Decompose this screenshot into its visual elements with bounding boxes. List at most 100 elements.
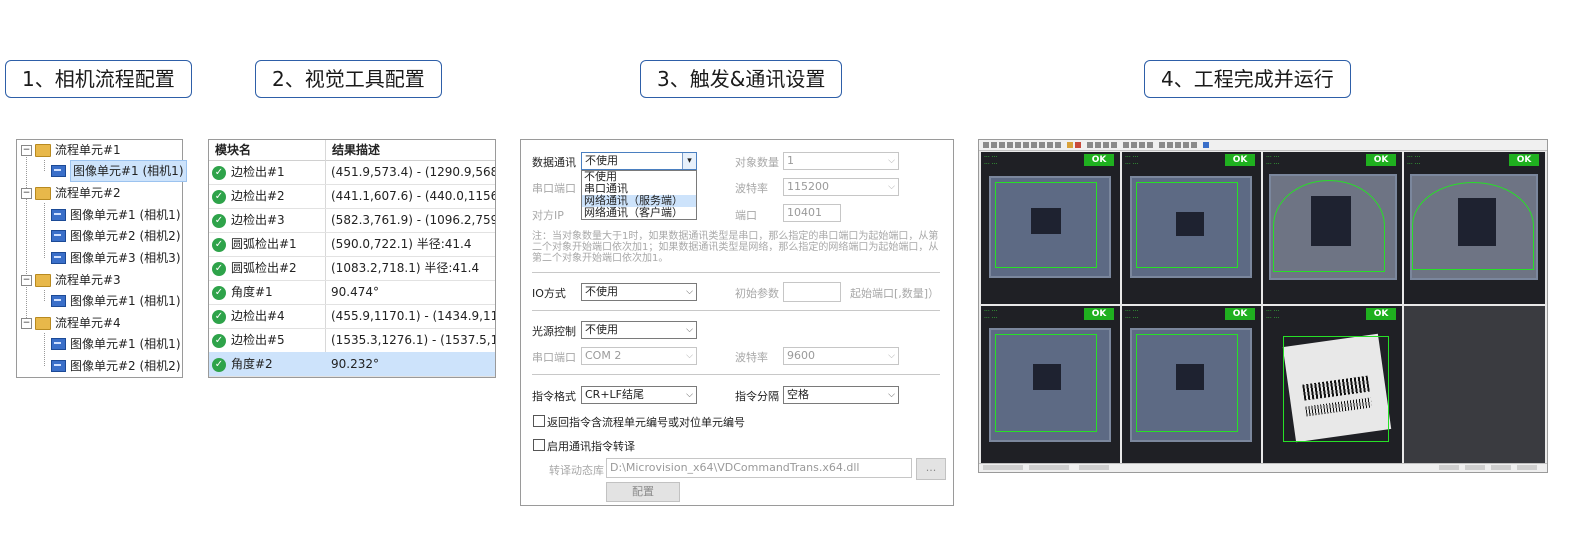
tree-node-image-unit[interactable]: 图像单元#2 (相机2) xyxy=(51,356,181,376)
check-circle-icon: ✓ xyxy=(212,309,226,324)
enable-translate-checkbox[interactable] xyxy=(533,439,545,451)
image-unit-icon xyxy=(51,252,66,264)
tree-node-image-unit[interactable]: 图像单元#1 (相机1) xyxy=(51,160,187,182)
lib-path-input[interactable]: D:\Microvision_x64\VDCommandTrans.x64.dl… xyxy=(606,458,912,478)
chevron-down-icon[interactable]: ▾ xyxy=(682,153,696,169)
chevron-down-icon: ⌵ xyxy=(888,351,895,361)
camera-view[interactable]: ··· ··· ··· ··· OK xyxy=(1263,152,1402,304)
light-serial-select[interactable]: COM 2 ⌵ xyxy=(581,347,697,365)
light-baud-select[interactable]: 9600 ⌵ xyxy=(783,347,899,365)
folder-icon xyxy=(35,273,51,287)
camera-view[interactable]: ··· ··· ··· ··· OK xyxy=(981,152,1120,304)
tree-node-process-3[interactable]: − 流程单元#3 xyxy=(21,270,121,290)
running-view: ··· ··· ··· ··· OK ··· ··· ··· ··· OK ··· … xyxy=(978,139,1548,473)
chevron-down-icon: ⌵ xyxy=(686,351,693,361)
tree-node-image-unit[interactable]: 图像单元#1 (相机1) xyxy=(51,334,181,354)
collapse-icon[interactable]: − xyxy=(21,274,32,286)
return-unit-checkbox[interactable] xyxy=(533,415,545,427)
collapse-icon[interactable]: − xyxy=(21,144,32,156)
dropdown-option[interactable]: 网络通讯（客户端） xyxy=(582,207,696,219)
browse-button[interactable]: ... xyxy=(916,458,946,480)
image-unit-icon xyxy=(51,209,66,221)
table-row-selected[interactable]: ✓ 角度#2 xyxy=(212,352,273,376)
column-header-module[interactable]: 模块名 xyxy=(215,140,251,162)
step-4-label: 4、工程完成并运行 xyxy=(1144,60,1351,98)
tree-node-image-unit[interactable]: 图像单元#3 (相机3) xyxy=(51,248,181,268)
table-cell-desc: 90.232° xyxy=(331,357,379,371)
table-row[interactable]: ✓ 边检出#3 xyxy=(212,208,285,232)
image-unit-icon xyxy=(51,230,66,242)
io-mode-label: IO方式 xyxy=(532,287,566,300)
cmd-sep-select[interactable]: 空格 ⌵ xyxy=(783,386,899,404)
ok-badge: OK xyxy=(1084,154,1114,166)
cmd-format-label: 指令格式 xyxy=(532,390,576,403)
chevron-down-icon: ⌵ xyxy=(888,156,895,166)
serial-port-label: 串口端口 xyxy=(532,182,576,195)
table-cell-desc: 90.474° xyxy=(331,285,379,299)
table-cell-desc: (455.9,1170.1) - (1434.9,1169.0) xyxy=(331,309,495,323)
process-tree: − 流程单元#1 图像单元#1 (相机1) − 流程单元#2 图像单元#1 (相机1… xyxy=(16,139,187,378)
table-row[interactable]: ✓ 圆弧检出#2 xyxy=(212,256,297,280)
object-count-label: 对象数量 xyxy=(735,156,779,169)
object-count-select[interactable]: 1 ⌵ xyxy=(783,152,899,170)
camera-view[interactable]: ··· ··· ··· ··· OK xyxy=(1263,306,1402,464)
port-input[interactable]: 10401 xyxy=(783,204,841,222)
camera-view[interactable]: ··· ··· ··· ··· OK xyxy=(1122,152,1261,304)
note-text: 注：当对象数量大于1时，如果数据通讯类型是串口，那么指定的串口端口为起始端口，从… xyxy=(532,231,939,264)
ok-badge: OK xyxy=(1366,154,1396,166)
ok-badge: OK xyxy=(1366,308,1396,320)
tree-node-process-4[interactable]: − 流程单元#4 xyxy=(21,313,121,333)
tree-node-image-unit[interactable]: 图像单元#1 (相机1) xyxy=(51,291,181,311)
table-row[interactable]: ✓ 边检出#5 xyxy=(212,328,285,352)
enable-translate-label: 启用通讯指令转译 xyxy=(547,440,635,453)
return-unit-label: 返回指令含流程单元编号或对位单元编号 xyxy=(547,416,745,429)
folder-icon xyxy=(35,143,51,157)
io-mode-select[interactable]: 不使用 ⌵ xyxy=(581,283,697,301)
config-button[interactable]: 配置 xyxy=(606,482,680,502)
table-row[interactable]: ✓ 圆弧检出#1 xyxy=(212,232,297,256)
camera-view[interactable]: ··· ··· ··· ··· OK xyxy=(1404,152,1545,304)
table-row[interactable]: ✓ 角度#1 xyxy=(212,280,273,304)
camera-view[interactable]: ··· ··· ··· ··· OK xyxy=(981,306,1120,464)
check-circle-icon: ✓ xyxy=(212,189,226,204)
image-unit-icon xyxy=(51,338,66,350)
tree-node-image-unit[interactable]: 图像单元#1 (相机1) xyxy=(51,205,181,225)
camera-view[interactable]: ··· ··· ··· ··· OK xyxy=(1122,306,1261,464)
check-circle-icon: ✓ xyxy=(212,285,226,300)
light-control-select[interactable]: 不使用 ⌵ xyxy=(581,321,697,339)
light-baud-label: 波特率 xyxy=(735,351,768,364)
cmd-format-select[interactable]: CR+LF结尾 ⌵ xyxy=(581,386,697,404)
chevron-down-icon: ⌵ xyxy=(686,287,693,297)
init-param-input[interactable] xyxy=(783,282,841,302)
data-comm-select[interactable]: 不使用 ▾ xyxy=(581,152,697,170)
check-circle-icon: ✓ xyxy=(212,261,226,276)
tree-node-process-2[interactable]: − 流程单元#2 xyxy=(21,183,121,203)
collapse-icon[interactable]: − xyxy=(21,317,32,329)
folder-icon xyxy=(35,316,51,330)
data-comm-dropdown[interactable]: 不使用 串口通讯 网络通讯（服务端） 网络通讯（客户端） xyxy=(581,170,697,220)
tree-node-process-1[interactable]: − 流程单元#1 xyxy=(21,140,121,160)
image-unit-icon xyxy=(51,360,66,372)
chevron-down-icon: ⌵ xyxy=(888,182,895,192)
tree-node-image-unit[interactable]: 图像单元#2 (相机2) xyxy=(51,226,181,246)
baud-select[interactable]: 115200 ⌵ xyxy=(783,178,899,196)
table-row[interactable]: ✓ 边检出#4 xyxy=(212,304,285,328)
start-port-label: 起始端口[,数量]） xyxy=(850,287,940,300)
check-circle-icon: ✓ xyxy=(212,165,226,180)
chevron-down-icon: ⌵ xyxy=(686,325,693,335)
table-cell-desc: (1083.2,718.1) 半径:41.4 xyxy=(331,261,480,275)
table-cell-desc: (1535.3,1276.1) - (1537.5,1703.1 xyxy=(331,333,495,347)
check-circle-icon: ✓ xyxy=(212,237,226,252)
port-label: 端口 xyxy=(735,209,757,222)
step-1-label: 1、相机流程配置 xyxy=(5,60,192,98)
table-cell-desc: (582.3,761.9) - (1096.2,759.6) xyxy=(331,213,495,227)
column-header-desc[interactable]: 结果描述 xyxy=(332,140,380,162)
chevron-down-icon: ⌵ xyxy=(686,390,693,400)
camera-view-empty[interactable] xyxy=(1404,306,1545,464)
table-row[interactable]: ✓ 边检出#2 xyxy=(212,184,285,208)
collapse-icon[interactable]: − xyxy=(21,187,32,199)
peer-ip-label: 对方IP xyxy=(532,209,564,222)
table-cell-desc: (451.9,573.4) - (1290.9,568.1) xyxy=(331,165,495,179)
image-unit-icon xyxy=(51,165,66,177)
table-row[interactable]: ✓ 边检出#1 xyxy=(212,160,285,184)
